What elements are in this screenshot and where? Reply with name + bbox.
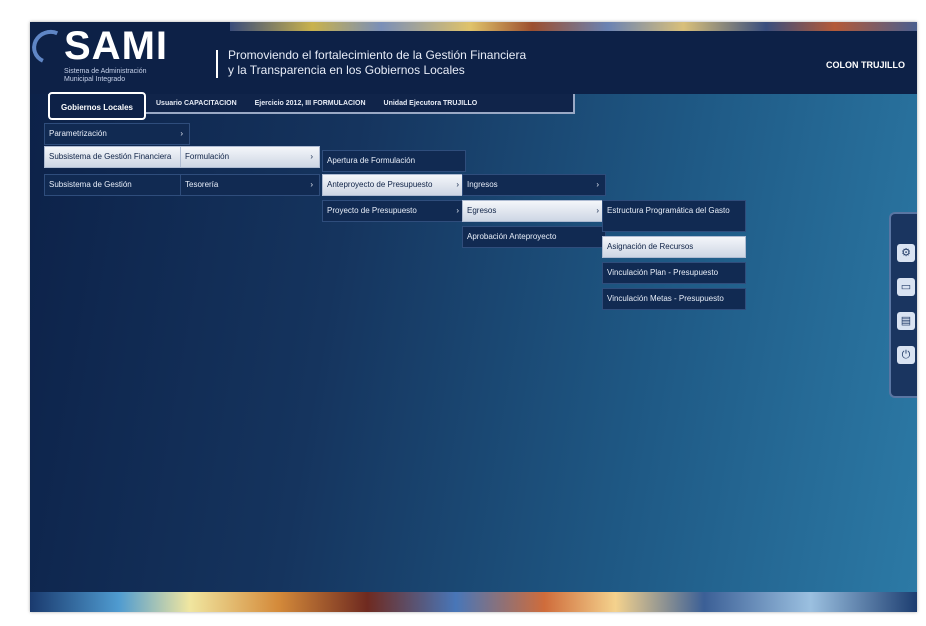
menu-label: Asignación de Recursos bbox=[607, 242, 694, 251]
menu-label: Estructura Programática del Gasto bbox=[607, 206, 730, 215]
menu-item-proyecto-presupuesto[interactable]: Proyecto de Presupuesto › bbox=[322, 200, 466, 222]
menu-item-tesoreria[interactable]: Tesorería › bbox=[180, 174, 320, 196]
menu-label: Tesorería bbox=[185, 180, 219, 189]
menu-label: Ingresos bbox=[467, 180, 498, 189]
logo-title: SAMI bbox=[64, 24, 168, 68]
menu-item-egresos[interactable]: Egresos › bbox=[462, 200, 606, 222]
menu-label: Vinculación Metas - Presupuesto bbox=[607, 294, 724, 303]
menu-label: Subsistema de Gestión bbox=[49, 180, 132, 189]
footer-decor-stripe bbox=[30, 592, 917, 612]
app-frame: SAMI Sistema de Administración Municipal… bbox=[30, 22, 917, 612]
chevron-right-icon: › bbox=[596, 180, 599, 189]
menu-label: Vinculación Plan - Presupuesto bbox=[607, 268, 719, 277]
tab-gobiernos-locales[interactable]: Gobiernos Locales bbox=[48, 92, 146, 120]
menu-item-vinculacion-metas-presupuesto[interactable]: Vinculación Metas - Presupuesto bbox=[602, 288, 746, 310]
menu-item-estructura-programatica[interactable]: Estructura Programática del Gasto bbox=[602, 200, 746, 232]
menu-item-ingresos[interactable]: Ingresos › bbox=[462, 174, 606, 196]
menu-item-subsistema-gestion[interactable]: Subsistema de Gestión› bbox=[44, 174, 190, 196]
folder-icon[interactable]: ▭ bbox=[897, 278, 915, 296]
menu-label: Apertura de Formulación bbox=[327, 156, 416, 165]
menu-item-subsistema-gestion-financiera[interactable]: Subsistema de Gestión Financiera› bbox=[44, 146, 190, 168]
chevron-right-icon: › bbox=[456, 180, 459, 189]
tagline-line2: y la Transparencia en los Gobiernos Loca… bbox=[228, 63, 465, 77]
side-toolbar: ⚙ ▭ ▤ ⏻ bbox=[889, 212, 917, 398]
menu-item-formulacion[interactable]: Formulación › bbox=[180, 146, 320, 168]
header: SAMI Sistema de Administración Municipal… bbox=[30, 22, 917, 94]
chevron-right-icon: › bbox=[310, 152, 313, 161]
chevron-right-icon: › bbox=[596, 206, 599, 215]
menu-item-vinculacion-plan-presupuesto[interactable]: Vinculación Plan - Presupuesto bbox=[602, 262, 746, 284]
tagline: Promoviendo el fortalecimiento de la Ges… bbox=[228, 48, 526, 78]
menu-item-aprobacion-anteproyecto[interactable]: Aprobación Anteproyecto bbox=[462, 226, 606, 248]
menu-label: Anteproyecto de Presupuesto bbox=[327, 180, 433, 189]
header-decor-stripe bbox=[230, 22, 917, 31]
menu-label: Parametrización bbox=[49, 129, 107, 138]
menu-label: Aprobación Anteproyecto bbox=[467, 232, 557, 241]
menu-item-apertura-formulacion[interactable]: Apertura de Formulación bbox=[322, 150, 466, 172]
document-icon[interactable]: ▤ bbox=[897, 312, 915, 330]
usuario-label: Usuario CAPACITACION bbox=[156, 99, 237, 107]
settings-icon[interactable]: ⚙ bbox=[897, 244, 915, 262]
ejercicio-label: Ejercicio 2012, III FORMULACION bbox=[254, 99, 366, 107]
menu-item-asignacion-recursos[interactable]: Asignación de Recursos bbox=[602, 236, 746, 258]
tagline-line1: Promoviendo el fortalecimiento de la Ges… bbox=[228, 48, 527, 62]
menu-label: Proyecto de Presupuesto bbox=[327, 206, 417, 215]
unidad-label: Unidad Ejecutora TRUJILLO bbox=[383, 99, 478, 107]
user-name: COLON TRUJILLO bbox=[826, 60, 905, 70]
header-divider bbox=[216, 50, 218, 78]
menu-label: Subsistema de Gestión Financiera bbox=[49, 152, 172, 161]
chevron-right-icon: › bbox=[310, 180, 313, 189]
chevron-right-icon: › bbox=[456, 206, 459, 215]
logo-subtitle: Sistema de Administración Municipal Inte… bbox=[64, 68, 147, 83]
menu-label: Formulación bbox=[185, 152, 230, 161]
menu-item-anteproyecto-presupuesto[interactable]: Anteproyecto de Presupuesto › bbox=[322, 174, 466, 196]
chevron-right-icon: › bbox=[180, 129, 183, 138]
menu-item-parametrizacion[interactable]: Parametrización › bbox=[44, 123, 190, 145]
menu-label: Egresos bbox=[467, 206, 497, 215]
power-icon[interactable]: ⏻ bbox=[897, 346, 915, 364]
